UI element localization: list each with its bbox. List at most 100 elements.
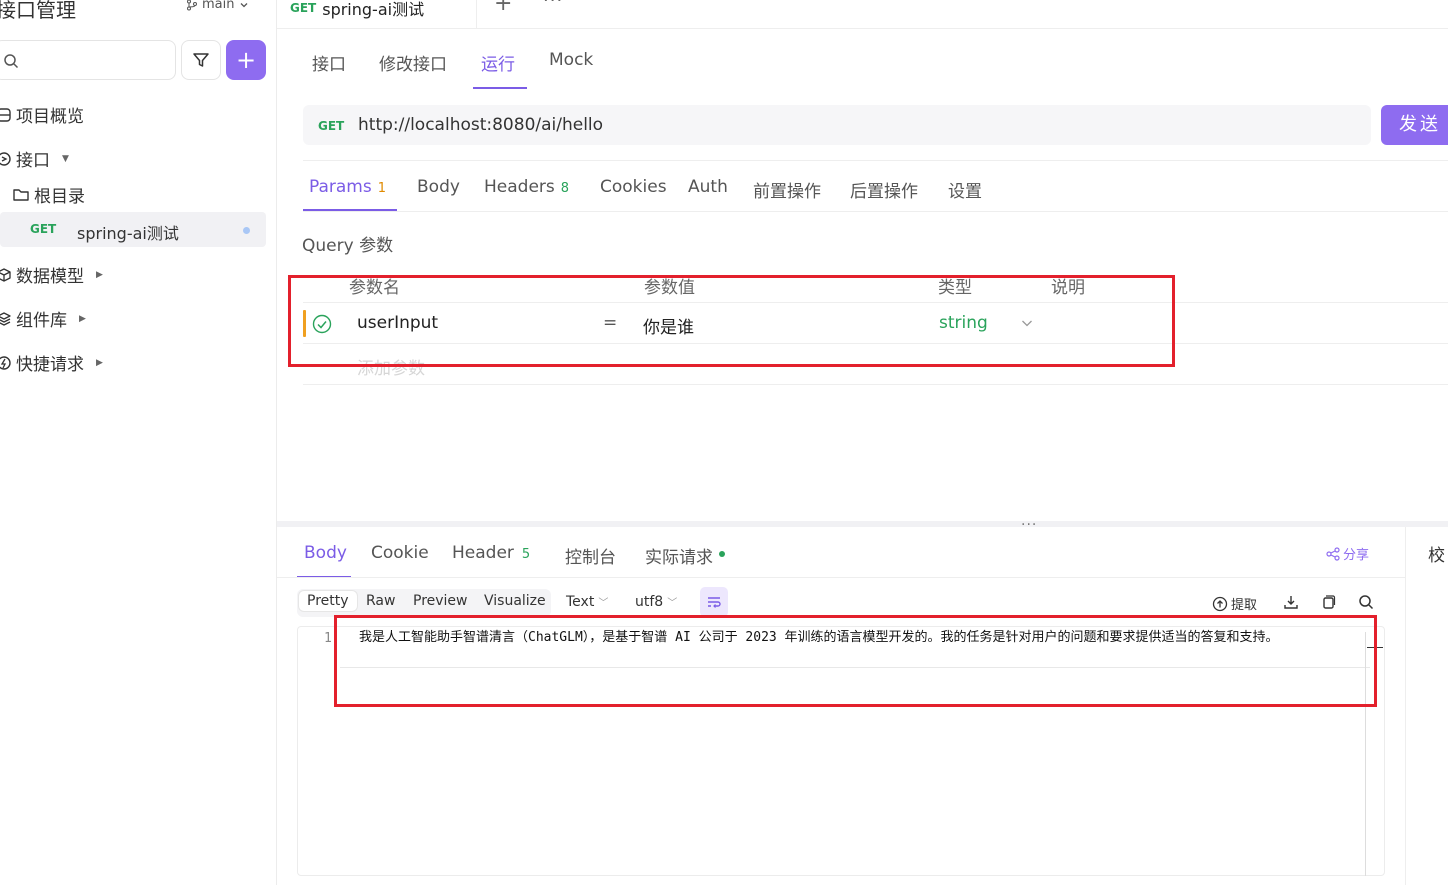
- filter-button[interactable]: [181, 40, 221, 80]
- tab-label: Params: [309, 177, 372, 197]
- divider: [303, 211, 1448, 212]
- tab-cookies[interactable]: Cookies: [600, 177, 667, 197]
- overview-icon: [0, 107, 11, 122]
- url-input[interactable]: http://localhost:8080/ai/hello: [358, 115, 603, 135]
- chevron-down-icon: [241, 2, 248, 7]
- tab-post-operation[interactable]: 后置操作: [850, 177, 918, 202]
- tab-mock[interactable]: Mock: [549, 50, 593, 70]
- tab-body[interactable]: Body: [417, 177, 460, 197]
- tab-edit-interface[interactable]: 修改接口: [379, 50, 447, 75]
- sidebar-item-label: 接口: [16, 151, 50, 171]
- add-button[interactable]: +: [226, 40, 266, 80]
- tab-run[interactable]: 运行: [481, 50, 515, 75]
- tab-label: Headers: [484, 177, 555, 197]
- tab-label: Header: [452, 543, 514, 563]
- sidebar-item-quick-request[interactable]: 快捷请求 ▶: [0, 350, 103, 375]
- tab-params[interactable]: Params 1: [309, 177, 386, 197]
- count-badge: 8: [560, 181, 570, 196]
- select-value: Text: [566, 594, 595, 610]
- sidebar-item-components[interactable]: 组件库 ▶: [0, 306, 86, 331]
- encoding-select[interactable]: utf8 ﹀: [635, 594, 677, 610]
- tab-label: 实际请求: [645, 548, 713, 568]
- response-tab-cookie[interactable]: Cookie: [371, 543, 429, 563]
- tab-auth[interactable]: Auth: [688, 177, 728, 197]
- document-tab[interactable]: GET spring-ai测试: [290, 0, 424, 24]
- url-bar[interactable]: GET http://localhost:8080/ai/hello: [303, 105, 1371, 145]
- download-button[interactable]: [1283, 594, 1299, 610]
- new-tab-button[interactable]: +: [494, 0, 512, 16]
- content-type-select[interactable]: Text ﹀: [566, 594, 608, 610]
- share-button[interactable]: 分享: [1326, 544, 1369, 563]
- response-tab-header[interactable]: Header 5: [452, 543, 530, 563]
- select-value: utf8: [635, 594, 664, 610]
- send-button[interactable]: 发送: [1381, 105, 1448, 145]
- divider: [303, 160, 1448, 161]
- sidebar-item-label: 快捷请求: [16, 355, 84, 375]
- format-preview-button[interactable]: Preview: [413, 593, 468, 609]
- method-select[interactable]: GET: [318, 119, 344, 133]
- api-name: spring-ai测试: [77, 224, 179, 243]
- format-visualize-button[interactable]: Visualize: [484, 593, 546, 609]
- count-badge: 1: [377, 181, 387, 196]
- copy-icon: [1323, 595, 1336, 609]
- active-tab-indicator: [473, 87, 527, 89]
- sidebar-item-interfaces[interactable]: 接口 ▼: [0, 146, 69, 171]
- tree-folder-root[interactable]: 根目录: [12, 182, 85, 207]
- tab-headers[interactable]: Headers 8: [484, 177, 569, 197]
- tree-api-item[interactable]: GET spring-ai测试: [0, 212, 266, 247]
- interface-icon: [0, 151, 11, 166]
- caret-right-icon: ▶: [96, 357, 103, 368]
- status-dot-icon: [719, 551, 725, 557]
- response-tab-console[interactable]: 控制台: [565, 543, 616, 568]
- response-tab-body[interactable]: Body: [304, 543, 347, 563]
- upload-circle-icon: [1212, 596, 1228, 611]
- tab-pre-operation[interactable]: 前置操作: [753, 177, 821, 202]
- copy-button[interactable]: [1320, 594, 1336, 610]
- pane-divider: [1405, 527, 1406, 885]
- filter-icon: [193, 53, 209, 67]
- lightning-icon: [0, 355, 11, 370]
- chevron-down-icon: ﹀: [598, 598, 609, 609]
- sidebar-item-label: 数据模型: [16, 267, 84, 287]
- branch-selector[interactable]: main: [186, 0, 250, 12]
- pane-splitter[interactable]: [277, 521, 1448, 527]
- search-response-button[interactable]: [1358, 594, 1374, 610]
- search-input[interactable]: [0, 40, 176, 80]
- highlight-box-response: [334, 615, 1377, 707]
- layers-icon: [0, 311, 11, 326]
- caret-down-icon: ▼: [62, 153, 69, 164]
- tabbar-divider: [277, 28, 1448, 29]
- validate-panel-label[interactable]: 校: [1428, 541, 1445, 566]
- sidebar: 接口管理 main + 项目概览 接口 ▼ 根目录 GET spring-ai测…: [0, 0, 277, 885]
- row-divider: [303, 384, 1448, 385]
- document-tab-title: spring-ai测试: [322, 0, 425, 19]
- word-wrap-button[interactable]: [700, 587, 728, 617]
- highlight-box-params: [288, 275, 1175, 367]
- extract-label: 提取: [1231, 598, 1258, 613]
- tab-interface[interactable]: 接口: [312, 50, 346, 75]
- method-badge: GET: [30, 222, 57, 236]
- download-icon: [1284, 596, 1298, 609]
- folder-icon: [13, 188, 29, 201]
- format-raw-button[interactable]: Raw: [366, 593, 395, 609]
- sidebar-item-models[interactable]: 数据模型 ▶: [0, 262, 103, 287]
- response-tab-actual-request[interactable]: 实际请求: [645, 543, 725, 568]
- count-badge: 5: [521, 547, 531, 562]
- caret-right-icon: ▶: [79, 313, 86, 324]
- sidebar-item-overview[interactable]: 项目概览: [0, 102, 84, 127]
- tab-settings[interactable]: 设置: [948, 177, 982, 202]
- more-tabs-button[interactable]: ···: [543, 0, 563, 11]
- cube-icon: [0, 267, 11, 282]
- extract-button[interactable]: 提取: [1212, 594, 1257, 613]
- unsaved-dot-icon: [243, 227, 250, 234]
- chevron-down-icon: ﹀: [667, 598, 678, 609]
- format-pretty-button[interactable]: Pretty: [299, 591, 357, 611]
- drag-handle-icon[interactable]: ···: [1021, 517, 1037, 533]
- method-badge: GET: [290, 1, 317, 15]
- query-params-title: Query 参数: [302, 236, 394, 256]
- search-icon: [4, 54, 19, 69]
- divider: [277, 577, 1405, 578]
- share-icon: [1326, 546, 1340, 561]
- caret-right-icon: ▶: [96, 269, 103, 280]
- sidebar-item-label: 组件库: [16, 311, 67, 331]
